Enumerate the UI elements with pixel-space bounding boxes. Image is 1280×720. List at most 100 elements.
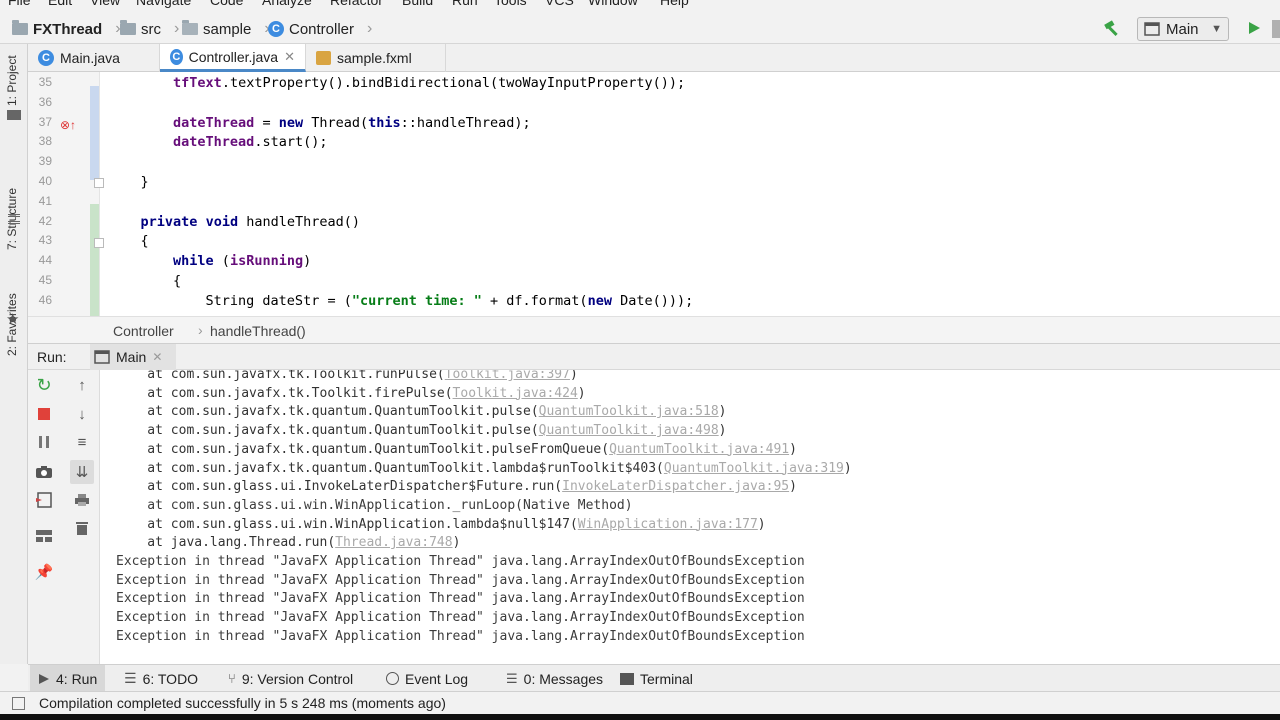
run-button[interactable] <box>1246 20 1262 39</box>
menu-vcs[interactable]: VCS <box>545 0 574 8</box>
soft-wrap-icon[interactable]: ≡ <box>72 432 92 452</box>
fold-icon[interactable] <box>94 238 104 248</box>
console-text: ) <box>789 441 797 457</box>
breadcrumb-class[interactable]: C Controller › <box>268 20 372 38</box>
tab-label: sample.fxml <box>337 50 412 66</box>
build-hammer-button[interactable] <box>1102 19 1122 42</box>
chevron-right-icon: › <box>198 322 203 338</box>
code-line[interactable]: dateThread = new Thread(this::handleThre… <box>108 115 531 131</box>
code-line[interactable]: private void handleThread() <box>108 214 360 230</box>
pause-icon[interactable] <box>34 432 54 452</box>
line-number: 35 <box>38 75 52 89</box>
bottom-tab-messages[interactable]: ☰ 0: Messages <box>498 665 611 692</box>
speech-bubble-icon <box>386 672 399 685</box>
code-editor[interactable]: ⊗↑ 35 36 37 38 39 40 41 42 43 44 45 46 tfText.textP… <box>28 72 1280 316</box>
fold-icon[interactable] <box>94 178 104 188</box>
status-message: Compilation completed successfully in 5 … <box>39 695 446 711</box>
layout-icon[interactable] <box>34 526 54 546</box>
close-icon[interactable]: ✕ <box>152 350 162 364</box>
source-link[interactable]: InvokeLaterDispatcher.java:95 <box>562 479 789 494</box>
scroll-to-end-icon[interactable]: ⇊ <box>70 460 94 484</box>
camera-icon[interactable] <box>34 462 54 482</box>
breadcrumb-src[interactable]: src › <box>120 20 179 38</box>
console-text: Exception in thread "JavaFX Application … <box>116 572 805 588</box>
stop-icon[interactable] <box>34 404 54 424</box>
tool-tab-project[interactable]: 1: Project <box>5 55 19 106</box>
arrow-up-icon[interactable]: ↑ <box>72 375 92 395</box>
class-icon: C <box>268 21 284 37</box>
chevron-right-icon: › <box>367 20 373 37</box>
menu-window[interactable]: Window <box>588 0 638 8</box>
menu-run[interactable]: Run <box>452 0 478 8</box>
editor-crumb-class[interactable]: Controller <box>113 323 174 339</box>
breadcrumb-package-label: sample <box>203 20 252 38</box>
bottom-tab-label: 9: Version Control <box>241 670 354 687</box>
bottom-tab-run[interactable]: 4: Run <box>30 665 106 692</box>
code-area[interactable]: tfText.textProperty().bindBidirectional(… <box>108 72 1280 316</box>
tab-main-java[interactable]: C Main.java <box>28 44 160 72</box>
source-link[interactable]: QuantumToolkit.java:498 <box>539 423 719 438</box>
bottom-tab-terminal[interactable]: Terminal <box>612 665 701 692</box>
menu-analyze[interactable]: Analyze <box>262 0 312 8</box>
menu-tools[interactable]: Tools <box>494 0 527 8</box>
source-link[interactable]: Thread.java:748 <box>335 535 452 550</box>
bottom-tab-event-log[interactable]: Event Log <box>378 665 476 692</box>
menu-file[interactable]: File <box>8 0 31 8</box>
source-link[interactable]: Toolkit.java:424 <box>453 386 578 401</box>
menu-refactor[interactable]: Refactor <box>330 0 383 8</box>
rerun-icon[interactable]: ↻ <box>34 375 54 395</box>
code-line[interactable]: tfText.textProperty().bindBidirectional(… <box>108 75 685 91</box>
close-icon[interactable]: ✕ <box>284 49 295 65</box>
menu-edit[interactable]: Edit <box>48 0 72 8</box>
bottom-tab-version-control[interactable]: ⑂ 9: Version Control <box>220 665 361 692</box>
bottom-tab-todo[interactable]: ☰ 6: TODO <box>116 665 206 692</box>
editor-crumb-method[interactable]: handleThread() <box>210 323 306 339</box>
console-line: at com.sun.javafx.tk.quantum.QuantumTool… <box>116 423 726 438</box>
change-marker <box>90 86 99 180</box>
tab-sample-fxml[interactable]: sample.fxml <box>306 44 446 72</box>
tab-controller-java[interactable]: C Controller.java ✕ <box>160 44 306 72</box>
source-link[interactable]: QuantumToolkit.java:518 <box>539 404 719 419</box>
menu-help[interactable]: Help <box>660 0 689 8</box>
run-tab-main[interactable]: Main ✕ <box>90 344 176 370</box>
source-link[interactable]: QuantumToolkit.java:319 <box>664 461 844 476</box>
console-output[interactable]: at com.sun.javafx.tk.Toolkit.runPulse(To… <box>100 370 1280 664</box>
breadcrumb-package[interactable]: sample › <box>182 20 270 38</box>
code-line[interactable]: } <box>108 174 149 190</box>
menu-view[interactable]: View <box>90 0 120 8</box>
source-link[interactable]: QuantumToolkit.java:491 <box>609 442 789 457</box>
menu-code[interactable]: Code <box>210 0 243 8</box>
trash-icon[interactable] <box>72 518 92 538</box>
folder-icon <box>120 20 136 35</box>
console-text: Exception in thread "JavaFX Application … <box>116 628 805 644</box>
breadcrumb-src-label: src <box>141 20 161 38</box>
project-icon <box>7 110 21 120</box>
run-panel-title: Run: <box>37 349 67 365</box>
menu-build[interactable]: Build <box>402 0 433 8</box>
code-line[interactable]: while (isRunning) <box>108 253 311 269</box>
tool-window-toggle-icon[interactable] <box>12 696 25 710</box>
line-number: 42 <box>38 213 52 228</box>
run-configuration-select[interactable]: Main ▼ <box>1137 17 1229 41</box>
source-link[interactable]: Toolkit.java:397 <box>445 370 570 382</box>
code-line[interactable]: String dateStr = ("current time: " + df.… <box>108 293 694 309</box>
editor-tabs: C Main.java C Controller.java ✕ sample.f… <box>28 44 1280 72</box>
source-link[interactable]: WinApplication.java:177 <box>578 517 758 532</box>
play-icon <box>39 673 49 684</box>
code-line[interactable]: dateThread.start(); <box>108 134 327 150</box>
breadcrumb-project[interactable]: FXThread › <box>12 20 121 38</box>
print-icon[interactable] <box>72 490 92 510</box>
arrow-down-icon[interactable]: ↓ <box>72 404 92 424</box>
line-number: 36 <box>38 94 52 109</box>
restore-layout-icon[interactable] <box>34 490 54 510</box>
pin-icon[interactable]: 📌 <box>34 562 54 582</box>
change-marker <box>90 204 99 316</box>
code-line[interactable]: { <box>108 233 149 249</box>
menu-navigate[interactable]: Navigate <box>136 0 191 8</box>
line-number: 41 <box>38 193 52 208</box>
override-marker-icon[interactable]: ⊗↑ <box>60 118 76 132</box>
line-number: 43 <box>38 233 52 248</box>
breadcrumb-class-label: Controller <box>289 20 355 38</box>
run-tab-label: Main <box>116 349 147 365</box>
code-line[interactable]: { <box>108 273 181 289</box>
